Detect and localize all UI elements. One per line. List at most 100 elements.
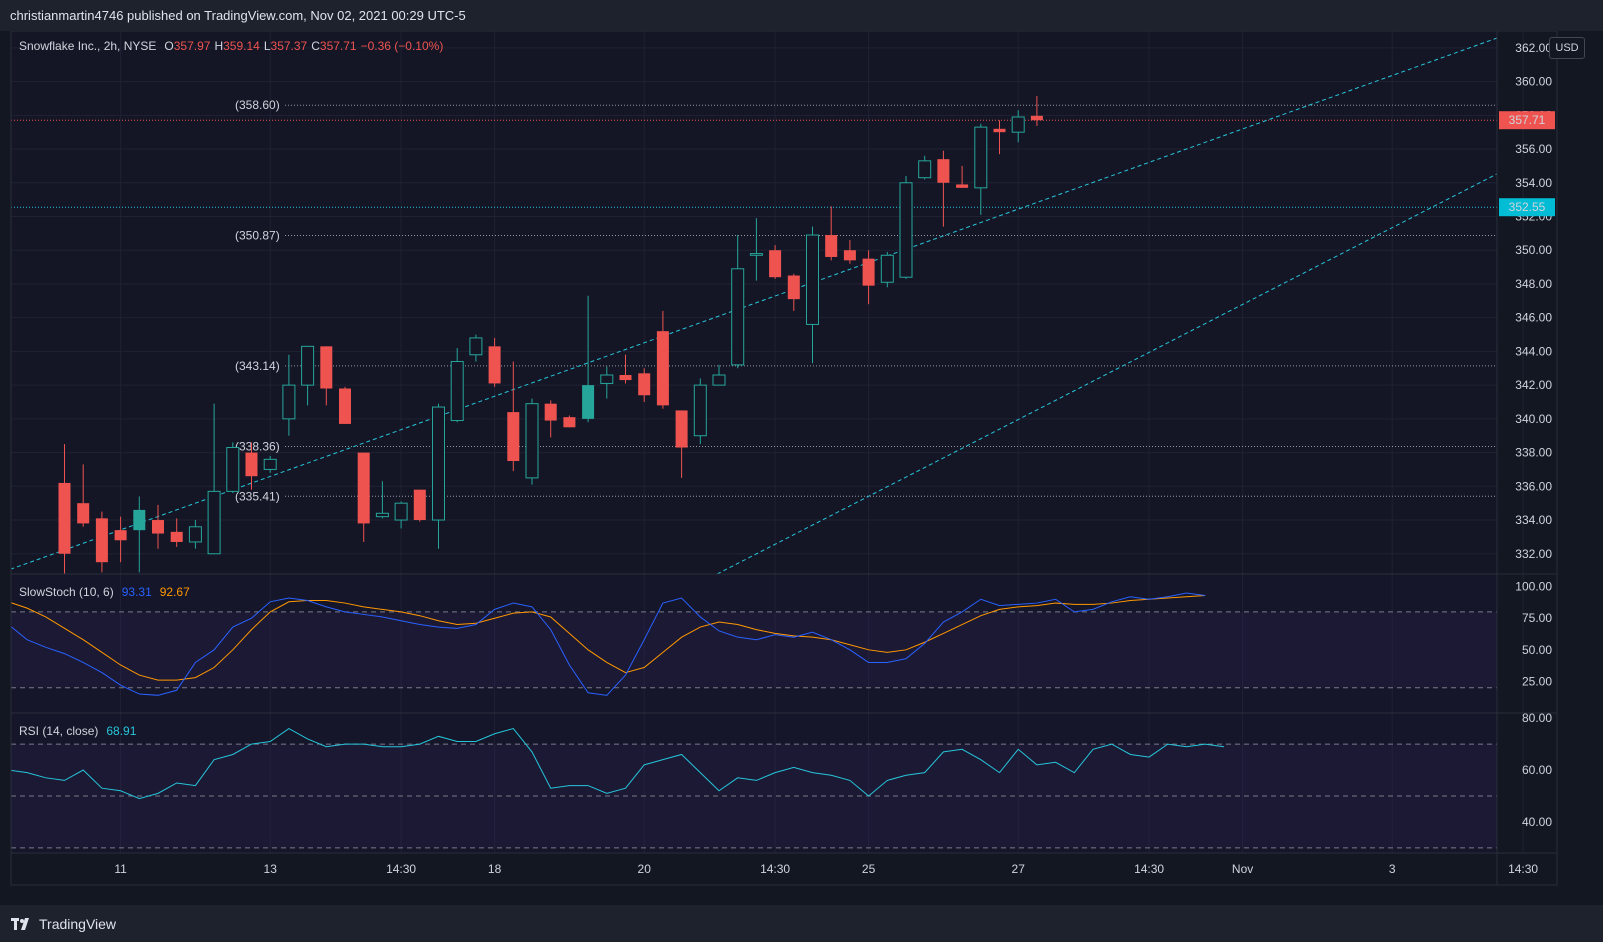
candle-body: [432, 406, 445, 521]
candle-body: [263, 458, 277, 470]
candle-body: [245, 452, 258, 477]
x-tick-label: 3: [1389, 862, 1396, 876]
symbol-legend[interactable]: Snowflake Inc., 2h, NYSE O357.97 H359.14…: [19, 39, 443, 53]
slowstoch-legend[interactable]: SlowStoch (10, 6) 93.31 92.67: [19, 585, 190, 599]
y-tick-label: 354.00: [1515, 176, 1552, 190]
x-tick-label: 11: [114, 862, 127, 876]
candle-body: [77, 503, 90, 524]
candle-body: [226, 447, 240, 492]
y-tick-label: 362.00: [1515, 41, 1552, 55]
candle-body: [993, 128, 1006, 133]
x-tick-label: 14:30: [1508, 862, 1538, 876]
x-tick-label: 14:30: [386, 862, 416, 876]
high-label: H: [214, 39, 224, 53]
y-tick-label: 334.00: [1515, 513, 1552, 527]
candle: [563, 415, 576, 428]
candle: [413, 489, 426, 522]
candle-body: [956, 184, 969, 188]
rsi-legend[interactable]: RSI (14, close) 68.91: [19, 724, 136, 738]
candle-body: [170, 531, 183, 542]
candle-body: [693, 384, 707, 437]
horizontal-level-label: (358.60): [235, 98, 280, 112]
x-tick-label: 13: [264, 862, 278, 876]
close-label: C: [311, 39, 320, 53]
x-tick-label: 27: [1012, 862, 1026, 876]
y-tick-label: 340.00: [1515, 412, 1552, 426]
candle-body: [731, 268, 745, 366]
candle-body: [974, 126, 988, 189]
slowstoch-k-value: 93.31: [121, 585, 152, 599]
candle-body: [507, 412, 520, 462]
candle-body: [469, 337, 483, 356]
candle: [339, 386, 351, 424]
chart-frame: (358.60) (350.87) (343.14) (338.36) (335.41)…: [0, 31, 1603, 905]
candle-body: [133, 509, 146, 531]
footer-bar: TradingView: [0, 905, 1603, 942]
horizontal-level-label: (350.87): [235, 229, 280, 243]
candle-body: [862, 258, 875, 286]
candle-body: [152, 520, 164, 534]
horizontal-level-label: (335.41): [235, 489, 280, 503]
candle-body: [825, 235, 838, 257]
candle-body: [375, 512, 389, 518]
rsi-tick-label: 40.00: [1522, 815, 1552, 829]
candle-body: [357, 452, 370, 524]
x-tick-label: 14:30: [1134, 862, 1164, 876]
y-tick-label: 356.00: [1515, 142, 1552, 156]
candle: [899, 176, 913, 279]
slowstoch-d-value: 92.67: [159, 585, 190, 599]
close-value: 357.71: [319, 39, 357, 53]
open-label: O: [164, 39, 174, 53]
candle-body: [563, 417, 576, 428]
candle-body: [544, 403, 557, 421]
chart-canvas[interactable]: (358.60) (350.87) (343.14) (338.36) (335.41)…: [0, 31, 1603, 905]
candle-body: [413, 489, 426, 521]
y-tick-label: 332.00: [1515, 547, 1552, 561]
footer-brand: TradingView: [39, 915, 117, 932]
y-tick-label: 348.00: [1515, 277, 1552, 291]
candle: [880, 251, 894, 288]
stoch-tick-label: 50.00: [1522, 643, 1552, 657]
candle-body: [582, 385, 595, 419]
level-price-badge-text: 352.55: [1509, 200, 1546, 214]
y-tick-label: 346.00: [1515, 311, 1552, 325]
currency-button[interactable]: USD: [1549, 37, 1585, 59]
x-tick-label: 25: [862, 862, 876, 876]
candle-body: [843, 250, 856, 261]
candle-body: [58, 482, 71, 554]
candle-body: [918, 160, 932, 179]
tradingview-logo[interactable]: TradingView: [11, 916, 116, 932]
low-label: L: [263, 39, 271, 53]
horizontal-level-label: (338.36): [235, 440, 280, 454]
stoch-tick-label: 75.00: [1522, 611, 1552, 625]
candle: [226, 442, 240, 494]
candle-body: [600, 374, 614, 384]
x-tick-label: 20: [638, 862, 652, 876]
stoch-tick-label: 100.00: [1515, 580, 1552, 594]
candle-body: [1011, 116, 1025, 133]
candle-body: [114, 530, 127, 541]
candle-body: [787, 275, 800, 300]
candle-body: [301, 345, 315, 386]
candle-body: [899, 182, 913, 278]
candle-body: [394, 502, 408, 521]
candle: [525, 398, 539, 485]
candle-body: [675, 410, 688, 448]
low-value: 357.37: [270, 39, 308, 53]
candle-body: [638, 373, 651, 396]
y-tick-label: 350.00: [1515, 243, 1552, 257]
y-tick-label: 360.00: [1515, 75, 1552, 89]
candle-body: [525, 403, 539, 479]
publisher-line: christianmartin4746 published on Trading…: [10, 8, 466, 23]
candle-body: [806, 234, 819, 325]
candle-body: [656, 331, 669, 406]
candle-body: [207, 490, 221, 555]
stoch-band-fill: [11, 611, 1497, 688]
rsi-tick-label: 60.00: [1522, 763, 1552, 777]
x-tick-label: Nov: [1232, 862, 1253, 876]
y-tick-label: 342.00: [1515, 378, 1552, 392]
y-tick-label: 344.00: [1515, 344, 1552, 358]
candle-body: [712, 374, 726, 386]
candle-body: [769, 250, 782, 278]
candle-body: [749, 253, 763, 256]
